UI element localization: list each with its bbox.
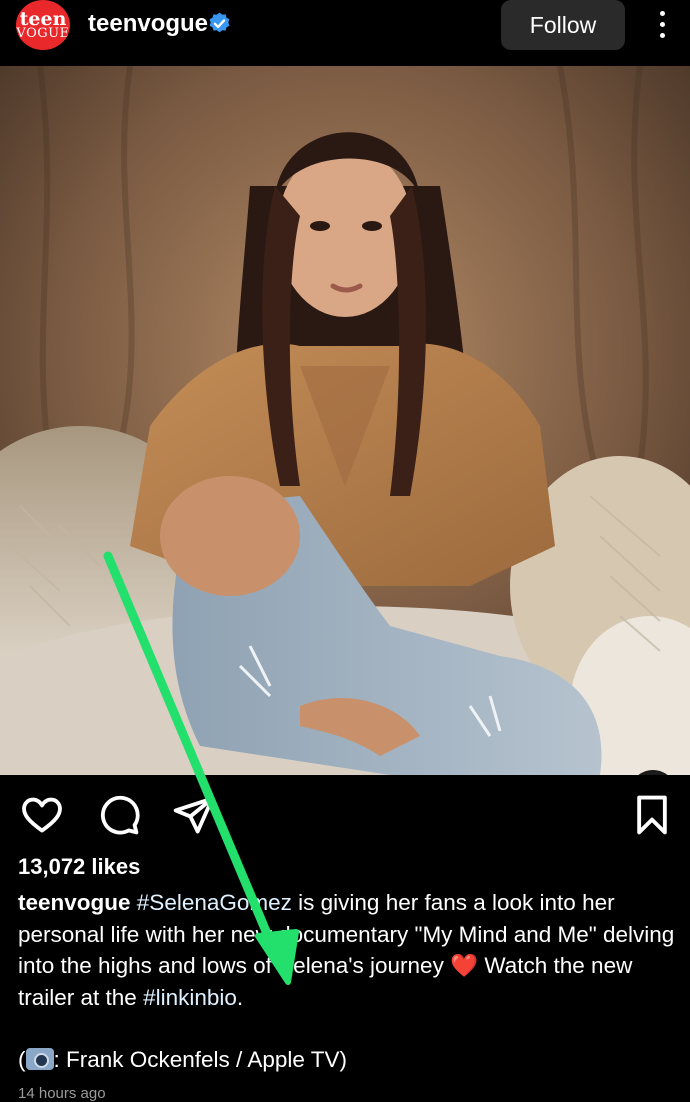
hashtag-link[interactable]: #SelenaGomez <box>137 890 292 915</box>
camera-emoji-icon <box>25 1048 54 1070</box>
avatar-logo-line2: VOGUE <box>16 25 70 41</box>
heart-emoji: ❤️ <box>450 953 479 978</box>
credit-text: : Frank Ockenfels / Apple TV) <box>53 1047 347 1072</box>
likes-count[interactable]: 13,072 likes <box>18 854 140 880</box>
more-options-icon[interactable] <box>651 8 673 42</box>
bookmark-icon[interactable] <box>630 793 674 837</box>
caption-username[interactable]: teenvogue <box>18 890 131 915</box>
verified-badge-icon <box>209 12 230 33</box>
post-timestamp: 14 hours ago <box>18 1085 106 1102</box>
username[interactable]: teenvogue <box>88 10 208 38</box>
post-actions <box>0 775 690 850</box>
heart-icon[interactable] <box>20 793 64 837</box>
avatar[interactable]: teen VOGUE <box>16 0 70 50</box>
post-photo-illustration <box>0 66 690 775</box>
caption-end: . <box>236 984 244 1010</box>
post-header: teen VOGUE teenvogue Follow <box>0 0 690 66</box>
post-caption: teenvogue #SelenaGomez is giving her fan… <box>18 887 678 1013</box>
post-image[interactable] <box>0 66 690 775</box>
follow-button[interactable]: Follow <box>501 0 625 50</box>
share-icon[interactable] <box>172 793 216 837</box>
hashtag-link-linkinbio[interactable]: #linkinbio <box>143 985 237 1010</box>
comment-icon[interactable] <box>97 793 141 837</box>
photo-credit: ( : Frank Ockenfels / Apple TV) <box>18 1044 347 1075</box>
credit-open-paren: ( <box>18 1047 26 1072</box>
